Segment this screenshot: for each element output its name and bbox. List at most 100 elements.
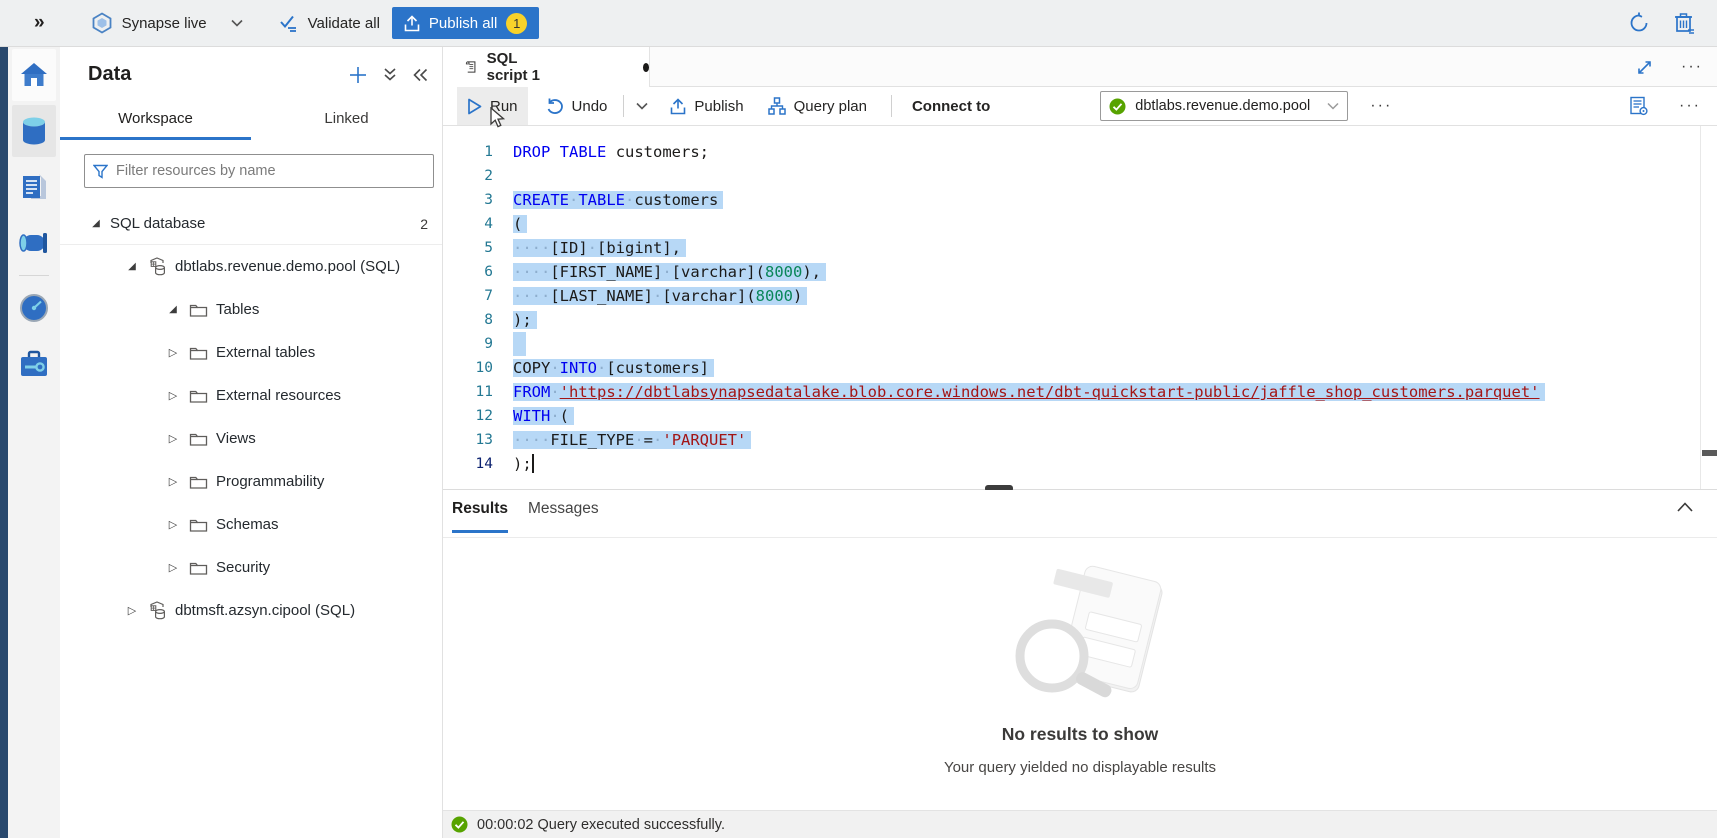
tree-twistie-icon[interactable]: ▷ <box>165 518 181 531</box>
tree-item-label: Programmability <box>216 473 324 490</box>
left-edge-strip <box>0 47 8 838</box>
validate-all-button[interactable]: Validate all <box>279 14 380 32</box>
tree-twistie-icon[interactable]: ▷ <box>165 561 181 574</box>
sql-code-editor[interactable]: 1DROP TABLE customers;23CREATE·TABLE·cus… <box>443 126 1717 489</box>
tree-item-views[interactable]: ▷Views <box>60 417 442 460</box>
line-number: 3 <box>443 188 493 212</box>
undo-icon <box>546 98 564 115</box>
tree-twistie-icon[interactable]: ▷ <box>165 432 181 445</box>
folder-icon <box>189 431 208 447</box>
tree-twistie-icon[interactable]: ▷ <box>165 389 181 402</box>
tree-item-label: SQL database <box>110 215 205 232</box>
tree-item-label: Schemas <box>216 516 279 533</box>
text-caret <box>532 454 534 473</box>
tab-messages[interactable]: Messages <box>528 500 599 530</box>
discard-trash-icon[interactable] <box>1674 12 1695 34</box>
publish-upload-icon <box>670 98 686 115</box>
publish-all-button[interactable]: Publish all 1 <box>392 7 539 39</box>
code-line-9[interactable]: 9 <box>443 332 1717 356</box>
tree-twistie-icon[interactable]: ◢ <box>88 218 104 229</box>
publish-label: Publish <box>694 98 743 115</box>
tree-item-external-resources[interactable]: ▷External resources <box>60 374 442 417</box>
code-line-3[interactable]: 3CREATE·TABLE·customers <box>443 188 1717 212</box>
properties-icon[interactable] <box>1629 96 1649 116</box>
expand-editor-icon[interactable] <box>1636 59 1653 76</box>
code-line-5[interactable]: 5····[ID]·[bigint], <box>443 236 1717 260</box>
tree-item-programmability[interactable]: ▷ Programmability <box>60 460 442 503</box>
code-line-12[interactable]: 12WITH·( <box>443 404 1717 428</box>
tree-item-schemas[interactable]: ▷ Schemas <box>60 503 442 546</box>
connect-to-pool-dropdown[interactable]: dbtlabs.revenue.demo.pool <box>1100 91 1348 121</box>
publish-button[interactable]: Publish <box>660 87 753 125</box>
database-icon <box>148 257 167 276</box>
code-line-4[interactable]: 4( <box>443 212 1717 236</box>
code-line-6[interactable]: 6····[FIRST_NAME]·[varchar](8000), <box>443 260 1717 284</box>
success-check-icon <box>451 816 468 833</box>
nav-home-button[interactable] <box>12 49 56 101</box>
pool-chevron-down-icon <box>1327 102 1339 110</box>
code-line-7[interactable]: 7····[LAST_NAME]·[varchar](8000) <box>443 284 1717 308</box>
filter-box <box>84 154 434 188</box>
synapse-live-selector[interactable]: Synapse live <box>91 12 207 34</box>
undo-button[interactable]: Undo <box>536 87 618 125</box>
tree-twistie-icon[interactable]: ▷ <box>124 604 140 617</box>
nav-develop-button[interactable] <box>12 161 56 213</box>
left-nav-rail <box>8 47 60 838</box>
filter-resources-input[interactable] <box>116 163 425 179</box>
code-line-14[interactable]: 14); <box>443 452 1717 476</box>
tree-item-sql-database[interactable]: ◢ SQL database 2 <box>60 202 442 245</box>
nav-monitor-button[interactable] <box>12 282 56 334</box>
code-line-11[interactable]: 11FROM·'https://dbtlabsynapsedatalake.bl… <box>443 380 1717 404</box>
run-button[interactable]: Run <box>457 87 528 125</box>
editor-overview-ruler-divider <box>1700 126 1701 489</box>
mode-chevron-down-icon[interactable] <box>231 19 243 27</box>
collapse-results-chevron-icon[interactable] <box>1677 502 1693 512</box>
monitor-gauge-icon <box>19 293 49 323</box>
nav-data-button[interactable] <box>12 105 56 157</box>
tree-twistie-icon[interactable]: ▷ <box>165 475 181 488</box>
collapse-panel-icon[interactable] <box>413 68 428 82</box>
tab-linked[interactable]: Linked <box>251 102 442 140</box>
run-options-chevron-icon[interactable] <box>630 102 654 110</box>
tab-more-actions-icon[interactable]: ··· <box>1681 62 1703 72</box>
tree-twistie-icon[interactable]: ◢ <box>165 304 181 315</box>
query-plan-label: Query plan <box>794 98 867 115</box>
nav-manage-button[interactable] <box>12 338 56 390</box>
collapse-all-icon[interactable] <box>383 67 397 82</box>
code-line-13[interactable]: 13····FILE_TYPE·=·'PARQUET' <box>443 428 1717 452</box>
tree-twistie-icon[interactable]: ▷ <box>165 346 181 359</box>
tree-twistie-icon[interactable]: ◢ <box>124 261 140 272</box>
add-resource-icon[interactable] <box>349 66 367 84</box>
no-results-illustration <box>970 558 1190 718</box>
empty-state-title: No results to show <box>443 724 1717 745</box>
run-play-icon <box>467 98 482 115</box>
tree-item-tables[interactable]: ◢Tables <box>60 288 442 331</box>
tree-item-count: 2 <box>420 216 428 232</box>
expand-menu-chevrons[interactable]: » <box>34 12 45 34</box>
tab-sql-script-1[interactable]: SQL script 1 <box>443 47 650 87</box>
connected-check-icon <box>1109 98 1126 115</box>
tree-item-external-tables[interactable]: ▷ External tables <box>60 331 442 374</box>
folder-icon <box>189 517 208 533</box>
code-line-10[interactable]: 10COPY·INTO·[customers] <box>443 356 1717 380</box>
tab-workspace[interactable]: Workspace <box>60 102 251 140</box>
database-icon <box>148 601 167 620</box>
toolbar-more-actions-icon[interactable]: ··· <box>1370 101 1392 111</box>
code-line-2[interactable]: 2 <box>443 164 1717 188</box>
refresh-icon[interactable] <box>1628 12 1650 34</box>
tree-item-label: dbtmsft.azsyn.cipool (SQL) <box>175 602 355 619</box>
line-number: 8 <box>443 308 493 332</box>
code-lines: 1DROP TABLE customers;23CREATE·TABLE·cus… <box>443 126 1717 476</box>
tree-item-label: External tables <box>216 344 315 361</box>
line-number: 6 <box>443 260 493 284</box>
tab-results[interactable]: Results <box>452 500 508 533</box>
tree-item-security[interactable]: ▷Security <box>60 546 442 589</box>
nav-integrate-button[interactable] <box>12 217 56 269</box>
validate-all-label: Validate all <box>308 15 380 32</box>
code-line-8[interactable]: 8); <box>443 308 1717 332</box>
query-plan-button[interactable]: Query plan <box>758 87 877 125</box>
tree-item-dbtmsft-azsyn-cipool-sql-[interactable]: ▷ dbtmsft.azsyn.cipool (SQL) <box>60 589 442 632</box>
editor-more-actions-icon[interactable]: ··· <box>1679 101 1701 111</box>
code-line-1[interactable]: 1DROP TABLE customers; <box>443 140 1717 164</box>
tree-item-dbtlabs-revenue-demo-pool-sql-[interactable]: ◢dbtlabs.revenue.demo.pool (SQL) <box>60 245 442 288</box>
